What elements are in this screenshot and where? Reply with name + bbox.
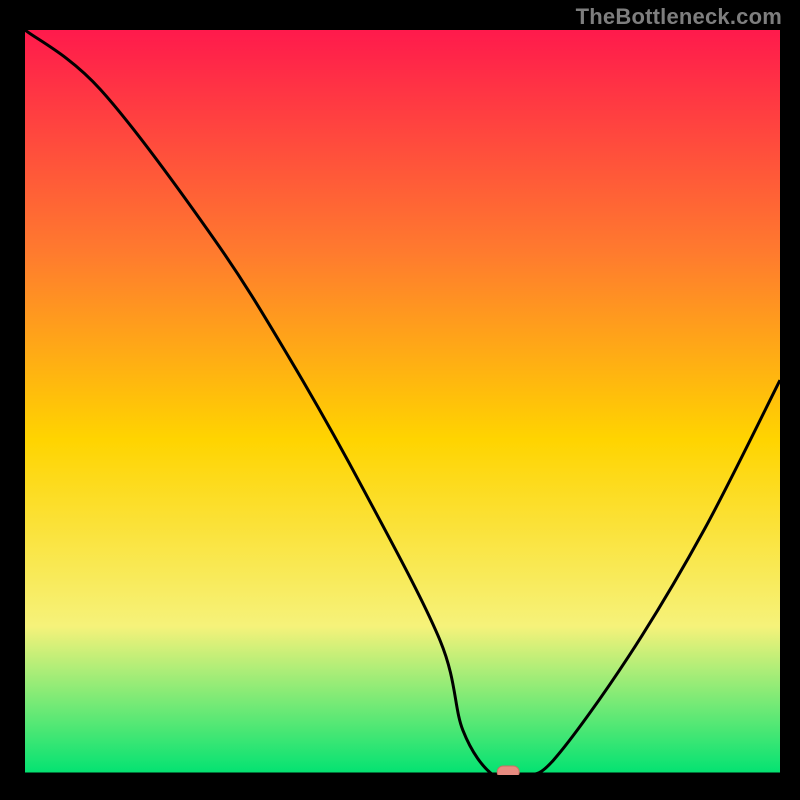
chart-frame: TheBottleneck.com (0, 0, 800, 800)
gradient-background (25, 30, 780, 775)
plot-area (25, 30, 780, 775)
optimum-marker (497, 766, 519, 775)
chart-svg (25, 30, 780, 775)
watermark-text: TheBottleneck.com (576, 4, 782, 30)
